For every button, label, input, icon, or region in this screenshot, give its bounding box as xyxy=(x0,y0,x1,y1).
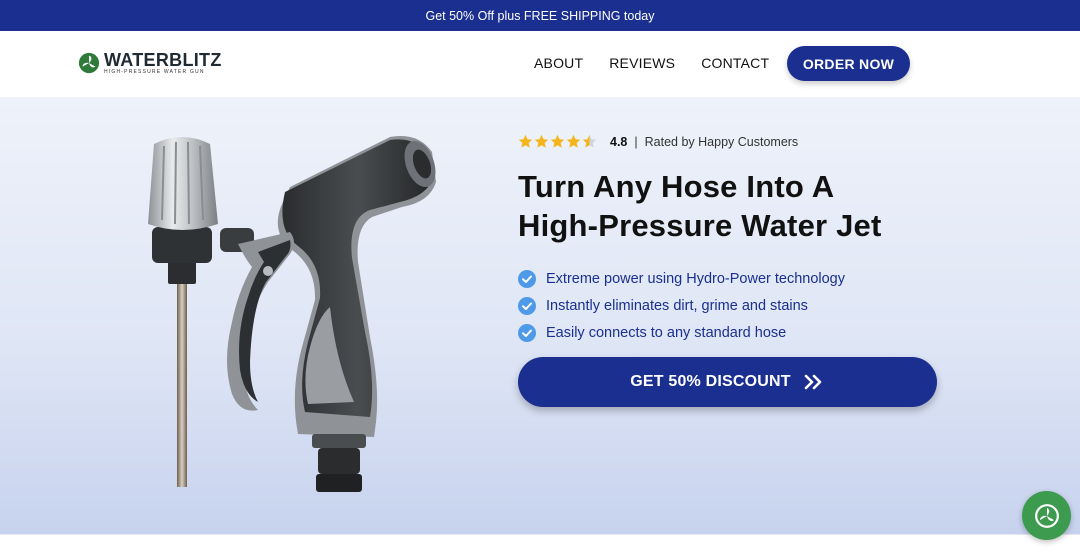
get-discount-button[interactable]: GET 50% DISCOUNT xyxy=(518,357,937,407)
section-divider xyxy=(0,534,1080,550)
nav-about[interactable]: ABOUT xyxy=(534,55,583,71)
feature-text: Easily connects to any standard hose xyxy=(546,324,787,341)
water-gun-product-image xyxy=(148,136,436,492)
rating-summary: 4.8 | Rated by Happy Customers xyxy=(518,134,798,149)
star-icon xyxy=(566,134,581,148)
rating-value: 4.8 xyxy=(610,134,628,149)
promo-bar: Get 50% Off plus FREE SHIPPING today xyxy=(0,0,1080,31)
star-icon xyxy=(582,134,597,148)
feature-item: Extreme power using Hydro-Power technolo… xyxy=(518,265,845,292)
hero-headline: Turn Any Hose Into A High-Pressure Water… xyxy=(518,167,958,245)
star-icon xyxy=(534,134,549,148)
leaf-circle-icon xyxy=(1034,503,1059,528)
leaf-circle-icon xyxy=(78,52,100,74)
star-icon xyxy=(550,134,565,148)
feature-text: Extreme power using Hydro-Power technolo… xyxy=(546,270,845,287)
check-circle-icon xyxy=(518,269,536,288)
rating-label: Rated by Happy Customers xyxy=(644,134,799,149)
star-rating xyxy=(518,134,598,149)
order-now-button[interactable]: ORDER NOW xyxy=(787,46,910,81)
feature-list: Extreme power using Hydro-Power technolo… xyxy=(518,265,845,346)
nav-contact[interactable]: CONTACT xyxy=(701,55,769,71)
hero-section: 4.8 | Rated by Happy Customers Turn Any … xyxy=(0,97,1080,534)
brand-tagline: HIGH-PRESSURE WATER GUN xyxy=(104,69,205,75)
feature-item: Easily connects to any standard hose xyxy=(518,319,845,346)
nav-reviews[interactable]: REVIEWS xyxy=(609,55,675,71)
brand-logo[interactable]: WATERBLITZ HIGH-PRESSURE WATER GUN xyxy=(78,50,222,76)
chat-widget-button[interactable] xyxy=(1022,491,1071,540)
headline-line-2: High-Pressure Water Jet xyxy=(518,208,882,243)
main-nav: ABOUT REVIEWS CONTACT xyxy=(534,55,795,71)
headline-line-1: Turn Any Hose Into A xyxy=(518,169,835,204)
star-icon xyxy=(518,134,533,148)
site-header: WATERBLITZ HIGH-PRESSURE WATER GUN ABOUT… xyxy=(0,31,1080,97)
rating-separator: | xyxy=(634,134,638,149)
brand-name: WATERBLITZ xyxy=(104,50,222,70)
double-chevron-right-icon xyxy=(804,374,822,390)
promo-text: Get 50% Off plus FREE SHIPPING today xyxy=(425,8,655,23)
check-circle-icon xyxy=(518,296,536,315)
feature-item: Instantly eliminates dirt, grime and sta… xyxy=(518,292,845,319)
feature-text: Instantly eliminates dirt, grime and sta… xyxy=(546,297,808,314)
cta-label: GET 50% DISCOUNT xyxy=(630,373,791,390)
check-circle-icon xyxy=(518,323,536,342)
